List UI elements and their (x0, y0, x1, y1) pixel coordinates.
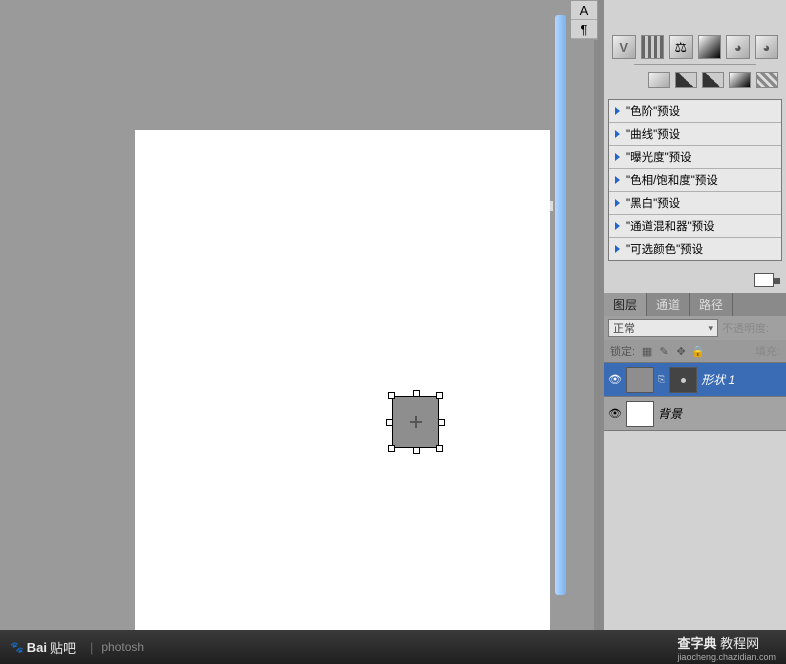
lock-label: 锁定: (610, 343, 635, 359)
workspace (0, 0, 594, 664)
transform-handle-bl[interactable] (388, 445, 395, 452)
tab-layers[interactable]: 图层 (604, 293, 647, 316)
lock-pixels-icon[interactable]: ✎ (658, 345, 670, 357)
preset-list: "色阶"预设 "曲线"预设 "曝光度"预设 "色相/饱和度"预设 "黑白"预设 … (608, 99, 782, 261)
paw-icon: 🐾 (10, 641, 24, 654)
transform-handle-top[interactable] (413, 390, 420, 397)
layer-list: ⎘ 形状 1 背景 (604, 363, 786, 431)
footer-brand: 查字典 (677, 636, 716, 651)
transform-center-icon[interactable] (410, 416, 422, 428)
transform-handle-tl[interactable] (388, 392, 395, 399)
preset-label: "色阶"预设 (626, 103, 680, 119)
expand-arrow-icon (615, 176, 620, 184)
preset-label: "色相/饱和度"预设 (626, 172, 718, 188)
visibility-eye-icon[interactable] (608, 373, 622, 387)
footer-url: jiaocheng.chazidian.com (677, 652, 776, 662)
blend-mode-value: 正常 (613, 320, 635, 336)
preset-label: "黑白"预设 (626, 195, 680, 211)
link-icon: ⎘ (658, 374, 665, 385)
side-tool-strip: A ¶ (570, 0, 598, 40)
layer-thumbnail[interactable] (626, 401, 654, 427)
preset-bw[interactable]: "黑白"预设 (609, 192, 781, 215)
footer-right: 查字典 教程网 jiaocheng.chazidian.com (677, 633, 776, 662)
lock-row: 锁定: ▦ ✎ ✥ 🔒 填充: (604, 340, 786, 363)
adjustment-icon[interactable] (756, 72, 778, 88)
preset-hue-sat[interactable]: "色相/饱和度"预设 (609, 169, 781, 192)
logo-text: Bai (27, 640, 47, 655)
expand-arrow-icon (615, 222, 620, 230)
layer-row-background[interactable]: 背景 (604, 397, 786, 431)
expand-arrow-icon (615, 245, 620, 253)
separator: | (90, 640, 93, 655)
adjustment-icon[interactable] (612, 35, 636, 59)
adjustment-icon[interactable] (729, 72, 751, 88)
preset-label: "可选颜色"预设 (626, 241, 703, 257)
text-align-tool[interactable]: A (571, 1, 597, 20)
layer-controls-row: 正常 不透明度: (604, 316, 786, 340)
adjustment-icon[interactable] (648, 72, 670, 88)
logo-subtext: 贴吧 (50, 638, 76, 657)
expand-arrow-icon (615, 153, 620, 161)
layer-thumbnail[interactable] (626, 367, 654, 393)
mask-thumbnail[interactable] (669, 367, 697, 393)
lock-all-icon[interactable]: 🔒 (692, 345, 704, 357)
new-adjustment-icon[interactable] (754, 273, 774, 287)
transform-handle-right[interactable] (438, 419, 445, 426)
preset-label: "曲线"预设 (626, 126, 680, 142)
preset-curves[interactable]: "曲线"预设 (609, 123, 781, 146)
lock-transparent-icon[interactable]: ▦ (641, 345, 653, 357)
bottom-bar: 🐾 Bai 贴吧 | photosh 查字典 教程网 jiaocheng.cha… (0, 630, 786, 664)
layer-name: 形状 1 (701, 371, 735, 388)
adjustment-icons-row-1 (604, 32, 786, 62)
adjustment-icon[interactable] (702, 72, 724, 88)
layers-panel: 图层 通道 路径 正常 不透明度: 锁定: ▦ ✎ ✥ 🔒 填充: ⎘ 形状 1… (604, 293, 786, 431)
balance-icon[interactable] (669, 35, 693, 59)
preset-selective-color[interactable]: "可选颜色"预设 (609, 238, 781, 260)
visibility-eye-icon[interactable] (608, 407, 622, 421)
transform-bounding-box[interactable] (388, 392, 443, 452)
panel-tabs: 图层 通道 路径 (604, 293, 786, 316)
transform-handle-br[interactable] (436, 445, 443, 452)
levels-icon[interactable] (641, 35, 665, 59)
transform-handle-tr[interactable] (436, 392, 443, 399)
baidu-logo: 🐾 Bai 贴吧 (10, 638, 76, 657)
transform-handle-left[interactable] (386, 419, 393, 426)
canvas-document[interactable] (135, 130, 550, 630)
footer-brand-sub: 教程网 (720, 636, 759, 651)
adjustment-icon[interactable] (675, 72, 697, 88)
footer-section: photosh (101, 640, 144, 654)
adjustment-icon[interactable] (726, 35, 750, 59)
expand-arrow-icon (615, 130, 620, 138)
opacity-label: 不透明度: (722, 320, 769, 336)
tab-paths[interactable]: 路径 (690, 293, 733, 316)
adjustment-icon[interactable] (755, 35, 779, 59)
preset-channel-mixer[interactable]: "通道混和器"预设 (609, 215, 781, 238)
expand-arrow-icon (615, 107, 620, 115)
vertical-scrollbar[interactable] (555, 15, 566, 595)
expand-arrow-icon (615, 199, 620, 207)
layer-row-shape[interactable]: ⎘ 形状 1 (604, 363, 786, 397)
preset-label: "通道混和器"预设 (626, 218, 715, 234)
paragraph-tool[interactable]: ¶ (571, 20, 597, 39)
gradient-icon[interactable] (698, 35, 722, 59)
tab-channels[interactable]: 通道 (647, 293, 690, 316)
divider (634, 64, 756, 65)
panel-footer (604, 269, 786, 291)
preset-exposure[interactable]: "曝光度"预设 (609, 146, 781, 169)
lock-position-icon[interactable]: ✥ (675, 345, 687, 357)
layer-name: 背景 (658, 405, 682, 422)
transform-handle-bottom[interactable] (413, 447, 420, 454)
preset-levels[interactable]: "色阶"预设 (609, 100, 781, 123)
blend-mode-select[interactable]: 正常 (608, 319, 718, 337)
preset-label: "曝光度"预设 (626, 149, 692, 165)
fill-label: 填充: (755, 343, 780, 359)
adjustment-icons-row-2 (604, 69, 786, 91)
